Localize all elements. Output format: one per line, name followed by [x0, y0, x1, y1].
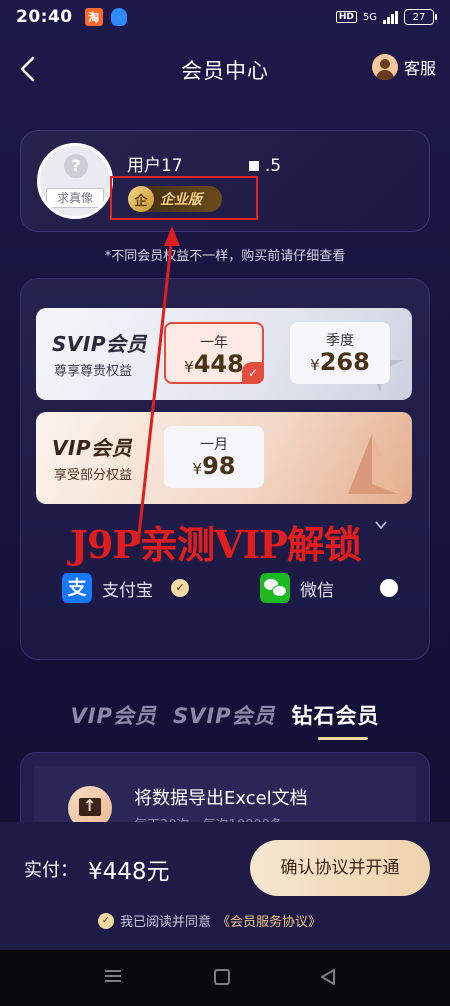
plan-subtitle: 享受部分权益 [54, 468, 133, 483]
qq-icon [110, 8, 127, 26]
annotation-highlight-box [110, 176, 258, 220]
price-option-svip-year[interactable]: 一年 ¥448 ✓ [164, 322, 264, 384]
chevron-left-icon[interactable] [18, 56, 38, 82]
user-name: 用户17 .5 [127, 151, 281, 176]
price-option-vip-month[interactable]: 一月 ¥98 [164, 426, 264, 488]
price-value: ¥268 [310, 348, 370, 376]
nav-bar: 会员中心 客服 [0, 46, 450, 94]
price-value: ¥98 [192, 452, 236, 480]
wechat-label: 微信 [300, 580, 334, 601]
status-time: 20:40 [16, 7, 73, 27]
pay-amount: ¥448元 [88, 859, 170, 885]
plan-title: VIP会员 [52, 436, 133, 460]
triangle-back-icon[interactable] [320, 968, 336, 986]
tier-tabs: VIP会员 SVIP会员 钻石会员 [0, 700, 450, 740]
plan-subtitle: 尊享尊贵权益 [54, 364, 133, 379]
user-name-prefix: 用户17 [127, 156, 183, 176]
confirm-button[interactable]: 确认协议并开通 [250, 840, 430, 896]
screen: 20:40 淘 HD 5G 27 会员中心 客服 ? 求真像 用户17 .5 企… [0, 0, 450, 1006]
avatar[interactable]: ? 求真像 [37, 143, 113, 219]
tab-diamond[interactable]: 钻石会员 [292, 700, 380, 740]
plan-title: SVIP会员 [52, 332, 147, 356]
menu-icon[interactable] [104, 969, 122, 983]
signal-icon [383, 10, 398, 24]
tab-vip[interactable]: VIP会员 [70, 700, 156, 730]
service-avatar-icon [371, 54, 398, 80]
taobao-app-icon: 淘 [84, 8, 103, 26]
agreement-prefix: 我已阅读并同意 [120, 915, 212, 930]
avatar-placeholder-icon: ? [64, 154, 88, 178]
radio-unchecked-icon [380, 579, 398, 597]
price-period: 一月 [200, 437, 228, 453]
customer-service-button[interactable]: 客服 [371, 54, 436, 80]
pay-label: 实付： [24, 860, 78, 881]
status-bar: 20:40 淘 HD 5G 27 [0, 0, 450, 34]
tab-svip[interactable]: SVIP会员 [173, 700, 276, 730]
agreement-row[interactable]: ✓ 我已阅读并同意 《会员服务协议》 [98, 911, 321, 930]
avatar-label: 求真像 [46, 188, 104, 208]
price-option-svip-quarter[interactable]: 季度 ¥268 [290, 322, 390, 384]
status-right: HD 5G 27 [335, 9, 437, 25]
alipay-label: 支付宝 [102, 580, 153, 601]
plan-svip: SVIP会员 尊享尊贵权益 一年 ¥448 ✓ 季度 ¥268 [36, 308, 412, 400]
pyramid-decoration-icon [348, 434, 398, 494]
wechat-icon [260, 573, 290, 603]
chevron-down-icon[interactable] [374, 518, 388, 532]
notification-icons: 淘 [84, 8, 127, 26]
agreement-link[interactable]: 《会员服务协议》 [217, 911, 321, 930]
payment-option-alipay[interactable]: 支 支付宝 ✓ [62, 573, 189, 603]
check-icon[interactable]: ✓ [98, 912, 114, 929]
user-name-suffix: .5 [264, 156, 282, 176]
plan-vip: VIP会员 享受部分权益 一月 ¥98 [36, 412, 412, 504]
check-icon: ✓ [171, 579, 189, 597]
watermark-text: J9P亲测VIP解锁 [70, 522, 362, 567]
payment-option-wechat[interactable]: 微信 [260, 573, 398, 603]
price-period: 一年 [200, 335, 228, 351]
feature-title: 将数据导出Excel文档 [134, 788, 308, 809]
alipay-icon: 支 [62, 573, 92, 603]
notice-text: *不同会员权益不一样，购买前请仔细查看 [104, 249, 346, 264]
battery-icon: 27 [404, 9, 437, 25]
network-type: 5G [362, 11, 377, 23]
system-nav-bar [0, 950, 450, 1006]
check-icon: ✓ [242, 362, 264, 384]
hd-icon: HD [335, 11, 357, 23]
service-label: 客服 [403, 59, 436, 78]
price-period: 季度 [326, 333, 354, 349]
home-icon[interactable] [214, 969, 230, 985]
